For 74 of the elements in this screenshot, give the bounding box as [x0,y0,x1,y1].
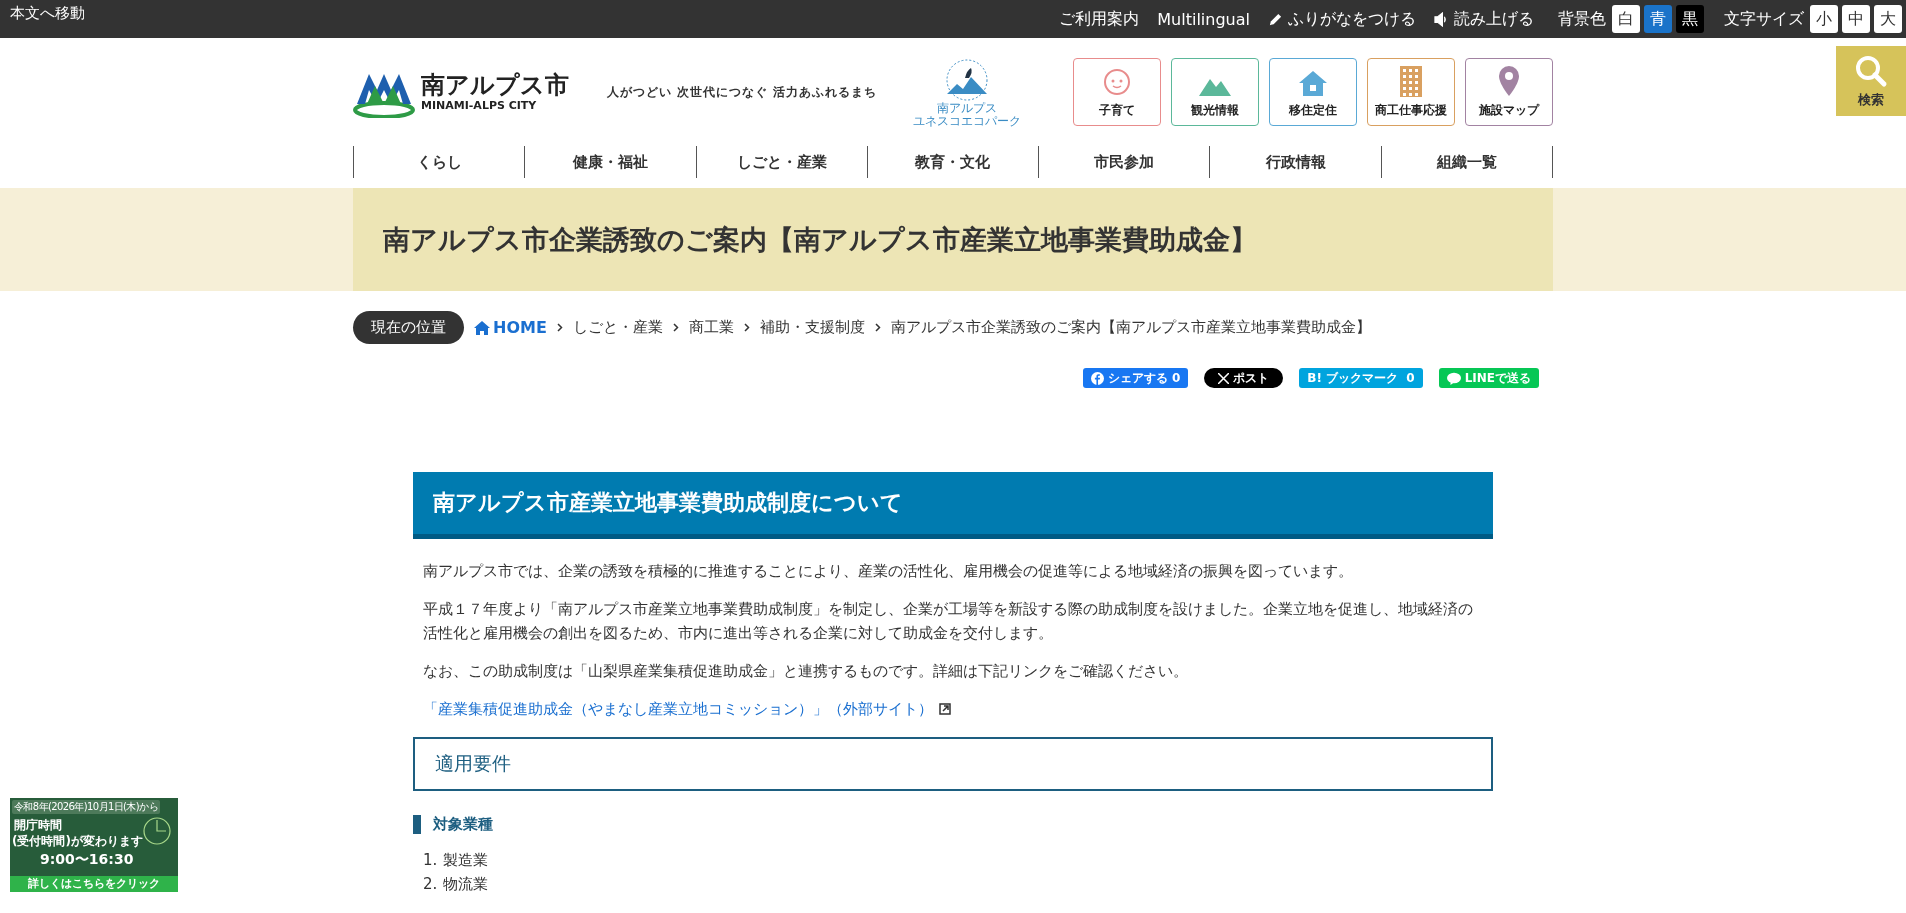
tagline: 人がつどい 次世代につなぐ 活力あふれるまち [607,83,878,101]
notice-banner[interactable]: 令和8年(2026年)10月1日(木)から 開庁時間 (受付時間)が変わります 9:00〜16:30 詳しくはこちらをクリック [10,798,178,892]
eco-logo-text: 南アルプス [937,101,998,115]
background-color-label: 背景色 [1558,8,1606,30]
text-size-button[interactable]: 大 [1874,5,1902,33]
location-label: 現在の位置 [353,311,464,344]
home-icon [474,320,490,335]
x-icon [1218,372,1230,384]
speech-bubble-icon [1446,371,1461,385]
subsection-heading: 適用要件 [413,737,1493,791]
utility-link[interactable]: ご利用案内 [1059,8,1140,30]
nav-item[interactable]: 健康・福祉 [524,146,696,178]
eco-logo-text: ユネスコエコパーク [913,115,1022,129]
banner-date: 令和8年(2026年)10月1日(木)から [12,800,160,814]
quick-link[interactable]: 移住定住 [1269,58,1357,126]
quick-link[interactable]: 子育て [1073,58,1161,126]
banner-hours: 9:00〜16:30 [40,851,134,869]
skip-link[interactable]: 本文へ移動 [10,4,85,23]
nav-item[interactable]: 組織一覧 [1380,146,1553,178]
list-item: 製造業 [443,850,489,871]
nav-item[interactable]: 行政情報 [1209,146,1381,178]
section-heading: 南アルプス市産業立地事業費助成制度について [413,472,1493,539]
building-icon [1399,65,1423,97]
list-number: 2. [423,874,438,895]
current-page: 南アルプス市企業誘致のご案内【南アルプス市産業立地事業費助成金】 [890,318,1371,337]
nav-item[interactable]: しごと・産業 [695,146,867,178]
banner-action: 詳しくはこちらをクリック [10,876,178,892]
utility-link[interactable]: ふりがなをつける [1268,8,1416,30]
chevron-icon [556,323,563,332]
quick-link[interactable]: 観光情報 [1171,58,1259,126]
nav-item[interactable]: 教育・文化 [866,146,1039,178]
house-icon [1298,69,1328,97]
chevron-icon [874,323,881,332]
banner-title: 開庁時間 [14,817,62,834]
quick-link[interactable]: 施設マップ [1465,58,1553,126]
page-title: 南アルプス市企業誘致のご案内【南アルプス市産業立地事業費助成金】 [383,222,1257,257]
external-link[interactable]: 「産業集積促進助成金（やまなし産業立地コミッション）」（外部サイト） [423,697,933,721]
background-color-button[interactable]: 青 [1644,5,1672,33]
chevron-icon [672,323,679,332]
breadcrumb-link[interactable]: 補助・支援制度 [759,318,865,337]
nav-item[interactable]: くらし [353,146,525,178]
clock-icon [142,816,172,846]
text-size-button[interactable]: 小 [1810,5,1838,33]
logo-roman: MINAMI-ALPS CITY [421,100,538,111]
list-item: 物流業 [443,874,489,895]
search-icon [1854,53,1888,88]
quick-link[interactable]: 商工仕事応援 [1367,58,1455,126]
breadcrumb-link[interactable]: しごと・産業 [572,318,663,337]
utility-link[interactable]: Multilingual [1157,9,1250,29]
facebook-icon [1090,371,1104,385]
map-pin-icon [1498,65,1520,97]
paragraph: 平成１７年度より「南アルプス市産業立地事業費助成制度」を制定し、企業が工場等を新設する際の助成制度を設けました。企業立地を促進し、地域経済の活性化と雇用機会の創出を図るため、市内に進出等される企業に対して助成金を交付します。 [423,599,1474,644]
facebook-share-button[interactable]: シェアする 0 [1082,368,1189,388]
background-color-button[interactable]: 白 [1612,5,1640,33]
search-button[interactable]: 検索 [1836,46,1906,116]
utility-link[interactable]: 読み上げる [1434,8,1534,30]
external-link-icon [939,703,951,715]
list-number: 1. [423,850,438,871]
baby-face-icon [1102,67,1132,97]
pencil-icon [1268,11,1283,27]
speaker-icon [1434,11,1449,27]
paragraph: 南アルプス市では、企業の誘致を積極的に推進することにより、産業の活性化、雇用機会の促進等による地域経済の振興を図っています。 [423,561,1354,582]
home-link[interactable]: HOME [474,318,547,337]
logo-name: 南アルプス市 [421,73,569,97]
banner-subtitle: (受付時間)が変わります [12,833,143,850]
background-color-button[interactable]: 黒 [1676,5,1704,33]
paragraph: なお、この助成制度は「山梨県産業集積促進助成金」と連携するものです。詳細は下記リンクをご確認ください。 [423,661,1189,682]
minor-heading: 対象業種 [413,815,1493,834]
x-post-button[interactable]: ポスト [1204,368,1284,388]
text-size-button[interactable]: 中 [1842,5,1870,33]
chevron-icon [743,323,750,332]
nav-item[interactable]: 市民参加 [1038,146,1210,178]
text-size-label: 文字サイズ [1724,8,1804,30]
breadcrumb-link[interactable]: 商工業 [688,318,734,337]
